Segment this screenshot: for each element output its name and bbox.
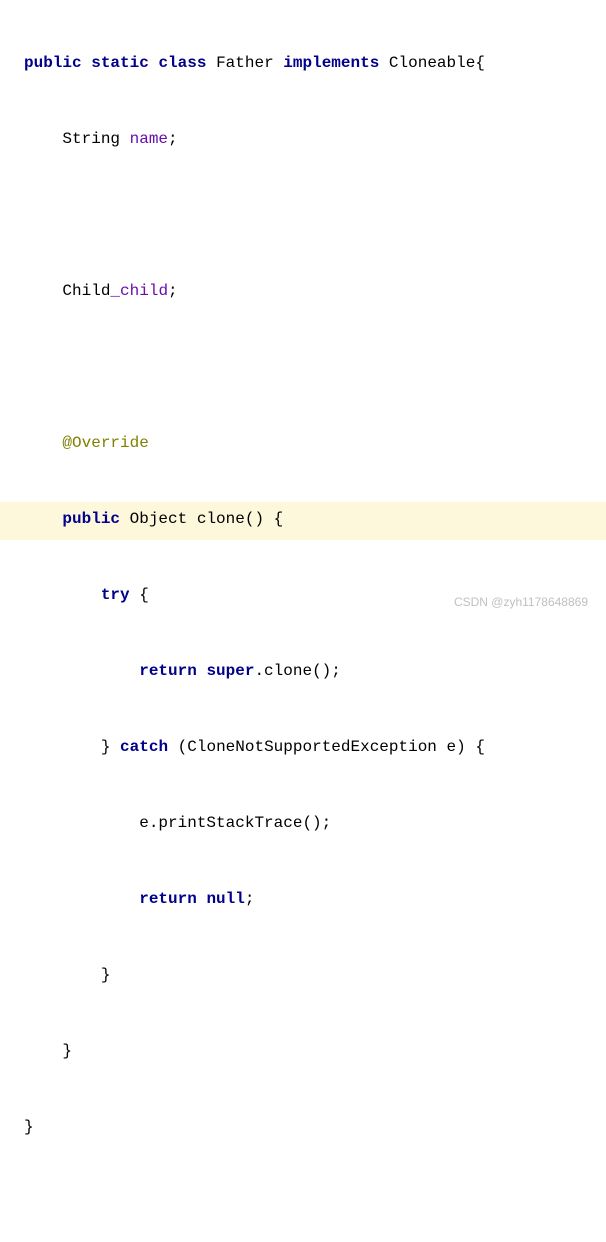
- brace: }: [101, 966, 111, 984]
- code-line: [24, 348, 606, 386]
- code-line: [24, 1184, 606, 1222]
- watermark: CSDN @zyh1178648869: [454, 595, 588, 609]
- interface-name: Cloneable: [389, 54, 475, 72]
- brace: {: [475, 54, 485, 72]
- keyword-public: public: [24, 54, 82, 72]
- brace: }: [62, 1042, 72, 1060]
- code-line: String name;: [24, 120, 606, 158]
- keyword-implements: implements: [283, 54, 379, 72]
- keyword-return: return: [139, 890, 197, 908]
- code-line: }: [24, 956, 606, 994]
- code-block: public static class Father implements Cl…: [0, 0, 606, 1242]
- brace: {: [274, 510, 284, 528]
- paren: (: [178, 738, 188, 756]
- code-line: Child_child;: [24, 272, 606, 310]
- type: Child: [62, 282, 110, 300]
- code-line: } catch (CloneNotSupportedException e) {: [24, 728, 606, 766]
- type: String: [62, 130, 120, 148]
- semicolon: ;: [245, 890, 255, 908]
- code-line: return super.clone();: [24, 652, 606, 690]
- code-line: [24, 196, 606, 234]
- code-line: @Override: [24, 424, 606, 462]
- keyword-static: static: [91, 54, 149, 72]
- return-type: Object: [130, 510, 188, 528]
- keyword-try: try: [101, 586, 130, 604]
- brace: }: [101, 738, 111, 756]
- keyword-super: super: [206, 662, 254, 680]
- code-line: }: [24, 1108, 606, 1146]
- underscore: _: [110, 282, 120, 300]
- method-name: clone(): [197, 510, 264, 528]
- exception-var: e: [447, 738, 457, 756]
- code-line: public Object clone() {: [24, 500, 606, 538]
- field: name: [130, 130, 168, 148]
- keyword-public: public: [62, 510, 120, 528]
- class-name: Father: [216, 54, 274, 72]
- call: .clone();: [254, 662, 340, 680]
- code-line: e.printStackTrace();: [24, 804, 606, 842]
- code-line: }: [24, 1032, 606, 1070]
- paren: ): [456, 738, 466, 756]
- brace: {: [475, 738, 485, 756]
- statement: e.printStackTrace();: [139, 814, 331, 832]
- semicolon: ;: [168, 282, 178, 300]
- code-line: return null;: [24, 880, 606, 918]
- keyword-null: null: [206, 890, 244, 908]
- annotation: @Override: [62, 434, 148, 452]
- brace: }: [24, 1118, 34, 1136]
- keyword-class: class: [158, 54, 206, 72]
- keyword-catch: catch: [120, 738, 168, 756]
- exception-type: CloneNotSupportedException: [187, 738, 437, 756]
- field: child: [120, 282, 168, 300]
- keyword-return: return: [139, 662, 197, 680]
- semicolon: ;: [168, 130, 178, 148]
- brace: {: [139, 586, 149, 604]
- code-line: public static class Father implements Cl…: [24, 44, 606, 82]
